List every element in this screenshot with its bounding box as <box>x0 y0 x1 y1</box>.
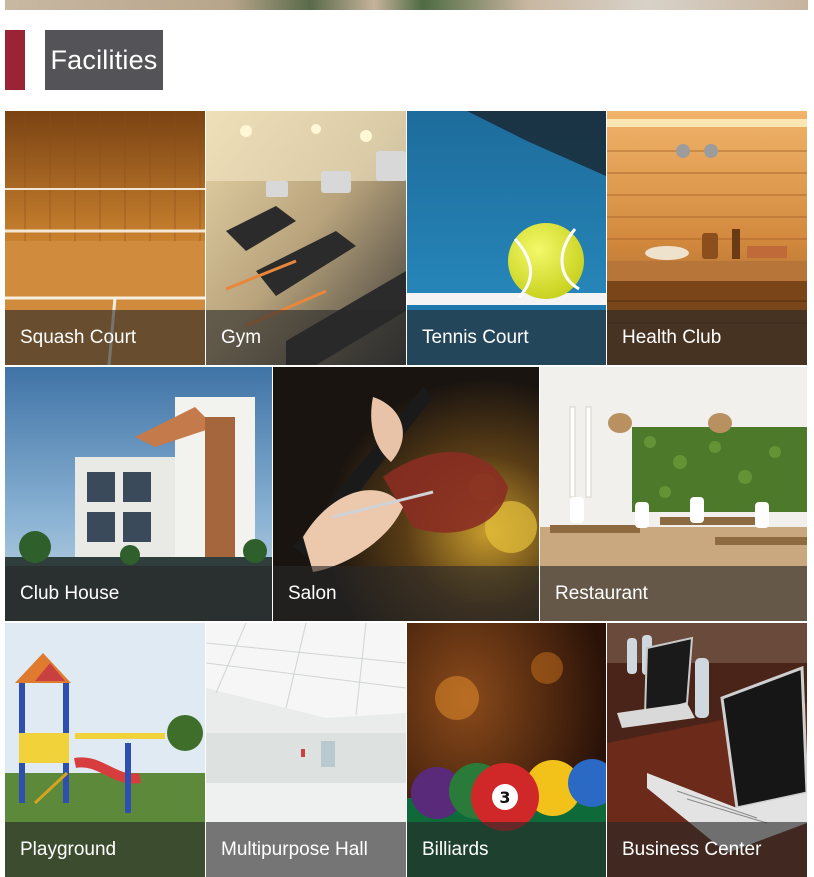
facility-label: Club House <box>20 583 120 604</box>
facility-label: Business Center <box>622 839 762 860</box>
facility-caption: Tennis Court <box>407 310 606 365</box>
facility-tile-playground[interactable]: Playground <box>5 623 205 877</box>
facility-caption: Club House <box>5 566 272 621</box>
facility-caption: Gym <box>206 310 406 365</box>
facility-label: Restaurant <box>555 583 648 604</box>
facility-tile-business-center[interactable]: Business Center <box>607 623 807 877</box>
top-banner-image <box>5 0 808 10</box>
facility-label: Tennis Court <box>422 327 529 348</box>
facility-label: Billiards <box>422 839 489 860</box>
facility-caption: Squash Court <box>5 310 205 365</box>
facility-caption: Playground <box>5 822 205 877</box>
facility-caption: Multipurpose Hall <box>206 822 406 877</box>
facility-tile-health-club[interactable]: Health Club <box>607 111 807 365</box>
facility-label: Salon <box>288 583 337 604</box>
facility-label: Multipurpose Hall <box>221 839 368 860</box>
facility-tile-restaurant[interactable]: Restaurant <box>540 367 807 621</box>
facility-tile-salon[interactable]: Salon <box>273 367 539 621</box>
facility-tile-multipurpose-hall[interactable]: Multipurpose Hall <box>206 623 406 877</box>
facility-caption: Billiards <box>407 822 606 877</box>
facility-caption: Restaurant <box>540 566 807 621</box>
facility-tile-squash-court[interactable]: Squash Court <box>5 111 205 365</box>
facility-label: Squash Court <box>20 327 137 348</box>
svg-text:3: 3 <box>499 788 510 807</box>
facility-label: Gym <box>221 327 262 348</box>
facility-tile-billiards[interactable]: 3 Billiards <box>407 623 606 877</box>
facility-caption: Business Center <box>607 822 807 877</box>
facility-label: Health Club <box>622 327 722 348</box>
facility-tile-tennis-court[interactable]: Tennis Court <box>407 111 606 365</box>
section-accent-bar <box>5 30 25 90</box>
facility-tile-gym[interactable]: Gym <box>206 111 406 365</box>
facility-caption: Health Club <box>607 310 807 365</box>
facility-tile-club-house[interactable]: Club House <box>5 367 272 621</box>
section-title: Facilities <box>45 30 163 90</box>
facility-label: Playground <box>20 839 117 860</box>
facility-caption: Salon <box>273 566 539 621</box>
